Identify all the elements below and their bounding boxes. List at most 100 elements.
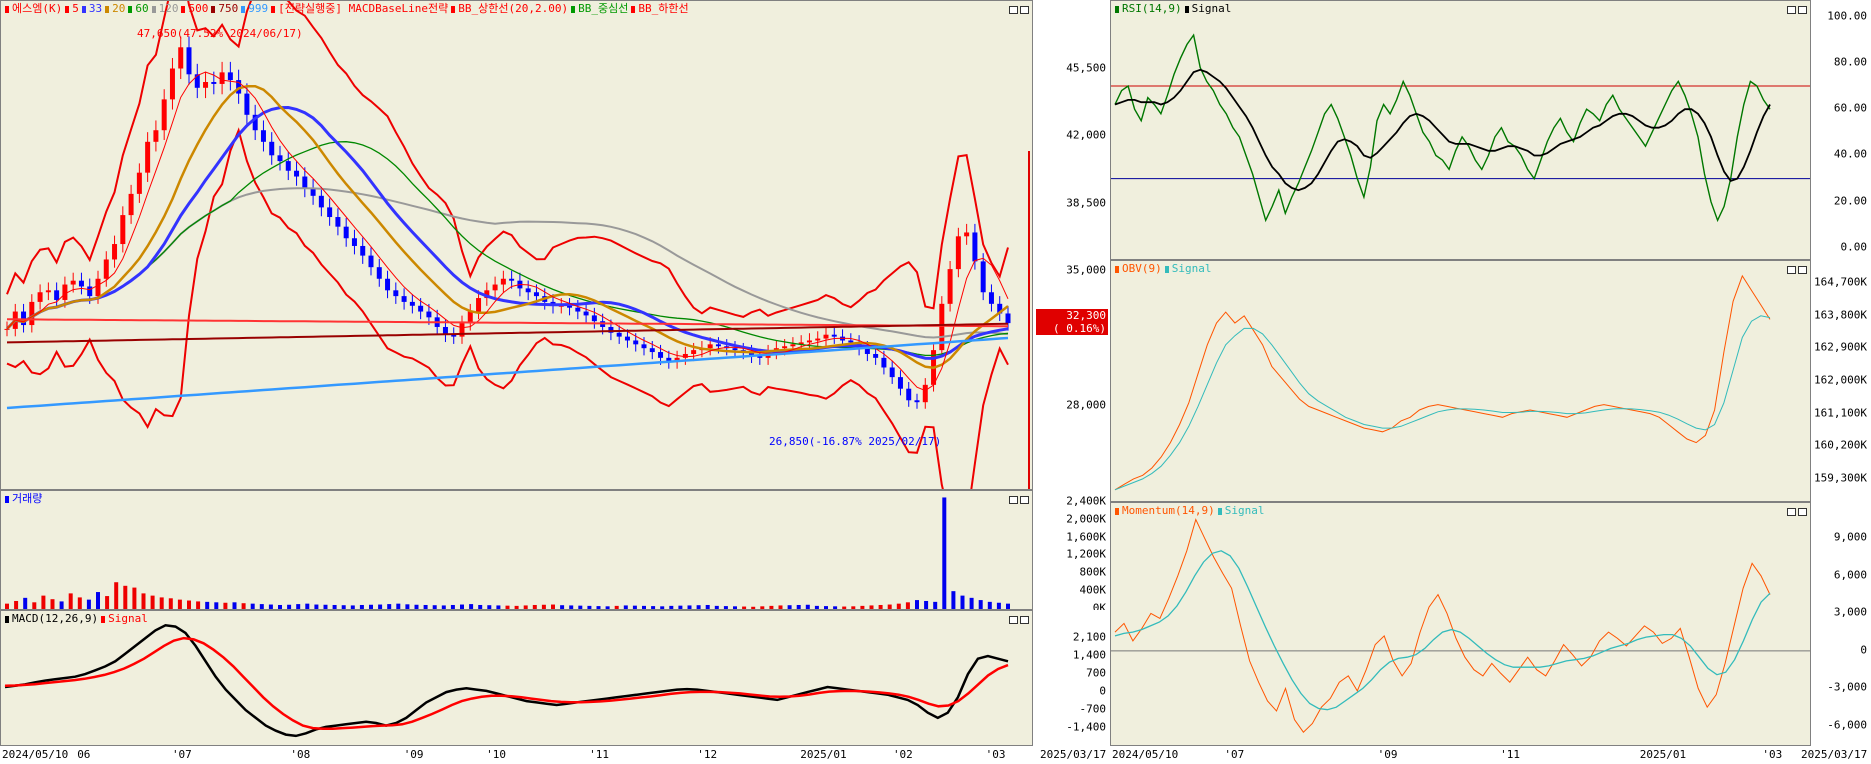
candle-body [211,82,217,84]
candle-body [831,334,837,337]
candle-body [194,74,200,88]
close-icon[interactable] [1020,616,1029,624]
candle-body [947,269,953,304]
momentum-chart-panel[interactable]: Momentum(14,9) Signal [1110,502,1811,746]
volume-bar [141,593,146,609]
y-tick-label: 9,000 [1833,530,1867,544]
panel-window-buttons[interactable] [1785,264,1807,277]
panel-window-buttons[interactable] [1007,614,1029,627]
candle-body [467,311,473,324]
candle-body [136,172,142,194]
candle-body [385,278,391,291]
volume-bar [787,605,792,609]
volume-bar [824,606,828,609]
rsi-chart-panel[interactable]: RSI(14,9) Signal [1110,0,1811,260]
minimize-icon[interactable] [1009,616,1018,624]
y-tick-label: 60.00 [1833,101,1867,115]
legend-swatch [81,5,86,13]
legend-swatch [241,5,246,13]
legend-swatch [571,5,576,13]
current-price: 32,300 [1066,309,1106,323]
momentum-y-axis: 9,000 6,000 3,000 0 -3,000 -6,000 [1811,502,1871,746]
y-tick-label: 2,000K [1066,512,1106,526]
legend-swatch [101,615,106,623]
minimize-icon[interactable] [1009,496,1018,504]
close-icon[interactable] [1798,6,1807,14]
candle-body [343,226,349,239]
volume-bar [705,604,710,609]
current-change: ( 0.16%) [1053,322,1106,336]
volume-bar [123,585,128,609]
candle-body [285,161,291,171]
macd-chart-panel[interactable]: MACD(12,26,9) Signal [0,610,1033,746]
current-price-box: 32,300 ( 0.16%) [1036,309,1108,336]
volume-chart-panel[interactable]: 거래량 [0,490,1033,610]
volume-bar [696,605,701,609]
panel-window-buttons[interactable] [1007,494,1029,507]
candle-body [988,292,994,304]
candle-body [269,141,275,156]
minimize-icon[interactable] [1787,6,1796,14]
left-x-axis: 2024/05/10 06 '07 '08 '09 '10 '11 '12 2025/01 '02… [0,746,1110,764]
candle-body [327,207,333,218]
candle-body [782,346,788,349]
volume-bar [987,601,992,609]
legend-swatch [5,615,9,623]
series-line [4,624,1009,738]
minimize-icon[interactable] [1009,6,1018,14]
candle-body [649,348,655,353]
volume-bar [41,595,46,609]
volume-bar [878,604,883,609]
y-tick-label: 0.00 [1840,240,1868,254]
y-tick-label: 0 [1860,643,1867,657]
panel-window-buttons[interactable] [1007,4,1029,17]
volume-bar [505,605,510,609]
x-tick-label: '07 [1224,748,1245,761]
volume-bar [896,603,901,609]
candle-body [318,195,324,208]
candle-body [906,388,912,401]
close-icon[interactable] [1798,266,1807,274]
candle-body [715,344,721,347]
y-tick-label: 160,200K [1814,438,1867,452]
volume-bar [259,604,264,609]
candle-body [203,82,209,88]
candle-body [219,72,225,84]
volume-bar [805,604,810,609]
volume-bar [450,604,455,609]
y-tick-label: -3,000 [1827,680,1867,694]
momentum-legend: Momentum(14,9) Signal [1115,504,1267,518]
volume-bar [159,597,164,609]
close-icon[interactable] [1020,496,1029,504]
y-tick-label: -700 [1079,702,1107,716]
legend-swatch [451,5,456,13]
y-tick-label: 1,600K [1066,530,1106,544]
candle-body [409,301,415,306]
close-icon[interactable] [1020,6,1029,14]
y-tick-label: 35,000 [1066,263,1106,277]
candle-body [78,280,84,287]
bb-upper-line [6,1,1009,318]
volume-bar [915,600,919,609]
obv-chart-panel[interactable]: OBV(9) Signal [1110,260,1811,502]
x-tick-label: 2024/05/10 [2,748,69,761]
panel-window-buttons[interactable] [1785,506,1807,519]
volume-bar [560,605,565,609]
rsi-legend: RSI(14,9) Signal [1115,2,1234,16]
candle-body [227,72,233,81]
volume-bar [278,604,282,609]
volume-bar [960,595,965,609]
volume-bar [569,605,574,609]
candle-body [691,350,697,354]
volume-bar [296,604,301,609]
volume-bar [32,602,37,609]
legend-entry: BB_중심선 [578,2,629,15]
minimize-icon[interactable] [1787,266,1796,274]
price-chart-panel[interactable]: 에스엠(K) 5 33 20 60 120 500 750 999 [전략실행중] MACDBas… [0,0,1033,490]
panel-window-buttons[interactable] [1785,4,1807,17]
candle-body [889,367,895,378]
volume-bar [5,603,9,609]
candle-body [260,130,266,142]
close-icon[interactable] [1798,508,1807,516]
minimize-icon[interactable] [1787,508,1796,516]
